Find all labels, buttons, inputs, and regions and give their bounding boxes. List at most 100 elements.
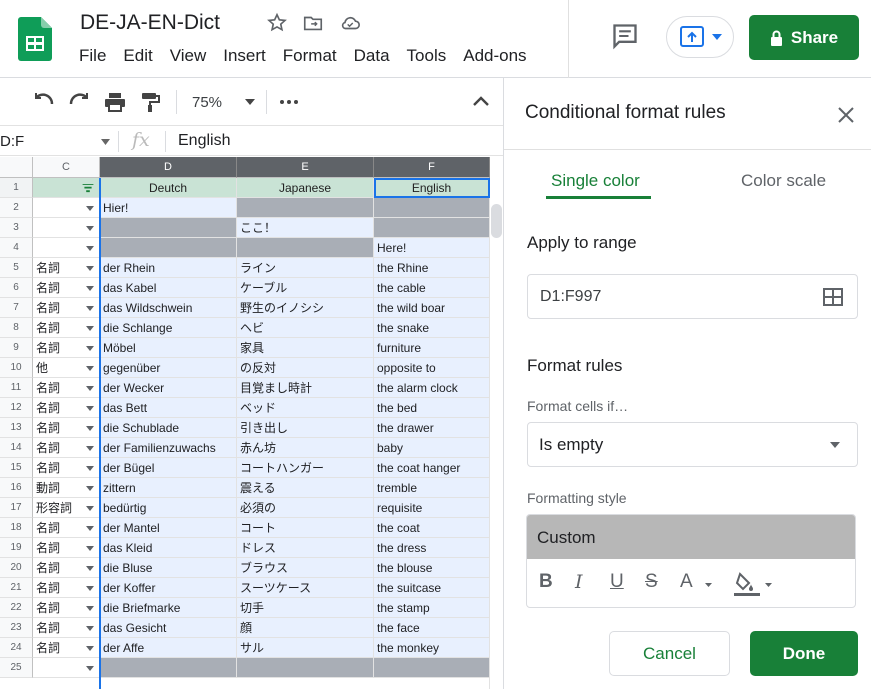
table-cell[interactable]: der Koffer xyxy=(100,578,237,598)
redo-icon[interactable] xyxy=(67,90,91,114)
dropdown-chevron-icon[interactable] xyxy=(86,266,94,271)
tab-color-scale[interactable]: Color scale xyxy=(741,171,826,191)
dropdown-chevron-icon[interactable] xyxy=(86,626,94,631)
vertical-scrollbar[interactable] xyxy=(489,200,503,689)
scrollbar-thumb[interactable] xyxy=(491,204,502,238)
strikethrough-button[interactable]: S xyxy=(645,571,658,593)
table-cell[interactable]: das Kabel xyxy=(100,278,237,298)
table-cell[interactable]: the face xyxy=(374,618,490,638)
menu-view[interactable]: View xyxy=(170,46,207,66)
table-cell[interactable]: ブラウス xyxy=(237,558,374,578)
table-cell[interactable]: the suitcase xyxy=(374,578,490,598)
table-cell[interactable]: opposite to xyxy=(374,358,490,378)
fill-color-icon[interactable] xyxy=(733,570,761,596)
dropdown-chevron-icon[interactable] xyxy=(86,586,94,591)
column-header-e[interactable]: E xyxy=(237,157,374,178)
dropdown-chevron-icon[interactable] xyxy=(86,666,94,671)
fill-color-chevron-icon[interactable] xyxy=(765,583,772,587)
row-header[interactable]: 21 xyxy=(0,578,33,598)
table-cell[interactable]: 赤ん坊 xyxy=(237,438,374,458)
table-cell[interactable]: 震える xyxy=(237,478,374,498)
menu-file[interactable]: File xyxy=(79,46,106,66)
row-header[interactable]: 17 xyxy=(0,498,33,518)
sheets-logo-icon[interactable] xyxy=(18,17,52,61)
dropdown-chevron-icon[interactable] xyxy=(86,306,94,311)
table-cell[interactable]: the wild boar xyxy=(374,298,490,318)
menu-format[interactable]: Format xyxy=(283,46,337,66)
table-cell[interactable]: ケーブル xyxy=(237,278,374,298)
row-header[interactable]: 11 xyxy=(0,378,33,398)
dropdown-chevron-icon[interactable] xyxy=(86,486,94,491)
table-cell[interactable]: サル xyxy=(237,638,374,658)
table-cell[interactable] xyxy=(374,218,490,238)
row-header[interactable]: 19 xyxy=(0,538,33,558)
range-input[interactable]: D1:F997 xyxy=(527,274,858,319)
table-cell[interactable]: baby xyxy=(374,438,490,458)
table-cell[interactable] xyxy=(100,658,237,678)
table-cell[interactable]: スーツケース xyxy=(237,578,374,598)
table-cell[interactable]: the drawer xyxy=(374,418,490,438)
table-cell[interactable]: requisite xyxy=(374,498,490,518)
collapse-menus-icon[interactable] xyxy=(469,90,493,114)
dropdown-chevron-icon[interactable] xyxy=(86,206,94,211)
table-cell[interactable]: the monkey xyxy=(374,638,490,658)
menu-data[interactable]: Data xyxy=(354,46,390,66)
row-header[interactable]: 6 xyxy=(0,278,33,298)
table-cell[interactable]: das Wildschwein xyxy=(100,298,237,318)
table-cell[interactable]: ライン xyxy=(237,258,374,278)
dropdown-chevron-icon[interactable] xyxy=(86,566,94,571)
header-cell-e[interactable]: Japanese xyxy=(237,178,374,198)
select-range-icon[interactable] xyxy=(823,288,843,306)
more-icon[interactable] xyxy=(277,90,301,114)
zoom-chevron-icon[interactable] xyxy=(245,99,255,105)
table-cell[interactable]: the bed xyxy=(374,398,490,418)
table-cell[interactable] xyxy=(100,238,237,258)
table-cell[interactable]: the blouse xyxy=(374,558,490,578)
condition-select[interactable]: Is empty xyxy=(527,422,858,467)
star-icon[interactable] xyxy=(266,12,288,34)
table-cell[interactable] xyxy=(100,218,237,238)
undo-icon[interactable] xyxy=(32,90,56,114)
row-header[interactable]: 13 xyxy=(0,418,33,438)
table-cell[interactable]: the stamp xyxy=(374,598,490,618)
table-cell[interactable]: コートハンガー xyxy=(237,458,374,478)
paint-format-icon[interactable] xyxy=(138,90,162,114)
table-cell[interactable]: der Bügel xyxy=(100,458,237,478)
dropdown-chevron-icon[interactable] xyxy=(86,326,94,331)
table-cell[interactable]: Hier! xyxy=(100,198,237,218)
table-cell[interactable]: ベッド xyxy=(237,398,374,418)
table-cell[interactable] xyxy=(237,198,374,218)
table-cell[interactable]: the dress xyxy=(374,538,490,558)
table-cell[interactable]: der Mantel xyxy=(100,518,237,538)
table-cell[interactable]: the coat hanger xyxy=(374,458,490,478)
dropdown-chevron-icon[interactable] xyxy=(86,606,94,611)
row-header[interactable]: 18 xyxy=(0,518,33,538)
dropdown-chevron-icon[interactable] xyxy=(86,366,94,371)
table-cell[interactable]: the alarm clock xyxy=(374,378,490,398)
menu-edit[interactable]: Edit xyxy=(123,46,152,66)
move-folder-icon[interactable] xyxy=(302,12,324,34)
table-cell[interactable]: 家具 xyxy=(237,338,374,358)
row-header[interactable]: 15 xyxy=(0,458,33,478)
row-header[interactable]: 12 xyxy=(0,398,33,418)
row-header[interactable]: 20 xyxy=(0,558,33,578)
table-cell[interactable]: 必須の xyxy=(237,498,374,518)
row-header[interactable]: 10 xyxy=(0,358,33,378)
table-cell[interactable]: die Schlange xyxy=(100,318,237,338)
dropdown-chevron-icon[interactable] xyxy=(86,446,94,451)
row-header[interactable]: 3 xyxy=(0,218,33,238)
cloud-saved-icon[interactable] xyxy=(339,12,361,34)
row-header[interactable]: 2 xyxy=(0,198,33,218)
table-cell[interactable]: 引き出し xyxy=(237,418,374,438)
column-header-c[interactable]: C xyxy=(33,157,100,178)
table-cell[interactable]: bedürtig xyxy=(100,498,237,518)
table-cell[interactable]: das Gesicht xyxy=(100,618,237,638)
table-cell[interactable]: der Familienzuwachs xyxy=(100,438,237,458)
table-cell[interactable]: das Bett xyxy=(100,398,237,418)
dropdown-chevron-icon[interactable] xyxy=(86,506,94,511)
table-cell[interactable]: ここ！ xyxy=(237,218,374,238)
table-cell[interactable]: ヘビ xyxy=(237,318,374,338)
dropdown-chevron-icon[interactable] xyxy=(86,546,94,551)
table-cell[interactable]: 野生のイノシシ xyxy=(237,298,374,318)
row-header[interactable]: 1 xyxy=(0,178,33,198)
